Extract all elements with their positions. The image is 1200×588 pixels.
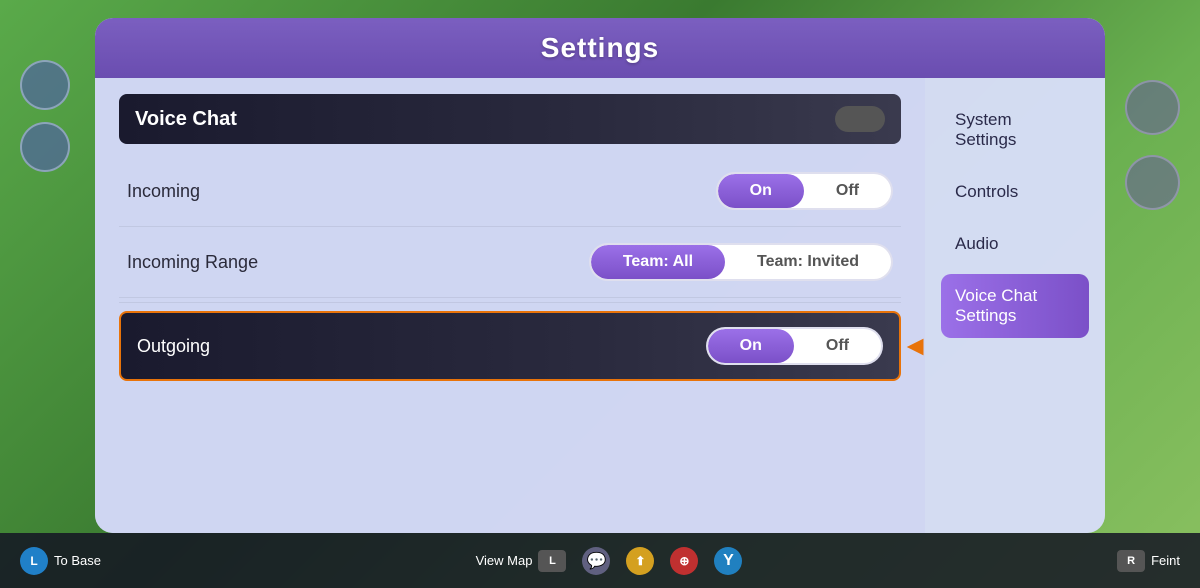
incoming-label: Incoming (127, 181, 200, 202)
outgoing-on-button[interactable]: On (708, 329, 794, 363)
settings-title: Settings (541, 32, 659, 63)
right-circle-2 (1125, 155, 1180, 210)
view-map-label: View Map (476, 553, 533, 568)
incoming-on-button[interactable]: On (718, 174, 804, 208)
bottom-icon-4[interactable]: Y (714, 547, 742, 575)
to-base-icon: L (20, 547, 48, 575)
outgoing-arrow-icon: ◄ (901, 330, 925, 362)
settings-panel: Settings Voice Chat Incoming On Off Inco… (95, 18, 1105, 533)
left-circle-1 (20, 60, 70, 110)
right-decorative (1125, 80, 1180, 210)
outgoing-toggle-group[interactable]: On Off (706, 327, 883, 365)
right-circle-1 (1125, 80, 1180, 135)
incoming-off-button[interactable]: Off (804, 174, 891, 208)
bottom-icon-1[interactable]: 💬 (582, 547, 610, 575)
left-circle-2 (20, 122, 70, 172)
team-all-button[interactable]: Team: All (591, 245, 725, 279)
outgoing-label: Outgoing (137, 336, 210, 357)
settings-sidebar: System Settings Controls Audio Voice Cha… (925, 78, 1105, 533)
feint-label: Feint (1151, 553, 1180, 568)
view-map-item: View Map L (476, 550, 567, 572)
team-invited-button[interactable]: Team: Invited (725, 245, 891, 279)
voice-chat-settings-label: Voice Chat Settings (955, 286, 1037, 325)
outgoing-off-button[interactable]: Off (794, 329, 881, 363)
sidebar-item-audio[interactable]: Audio (941, 222, 1089, 266)
bottom-center-section: View Map L 💬 ⬆ ⊕ Y (476, 547, 743, 575)
audio-label: Audio (955, 234, 998, 253)
bottom-icon-3[interactable]: ⊕ (670, 547, 698, 575)
incoming-range-row: Incoming Range Team: All Team: Invited (119, 227, 901, 298)
sidebar-item-system-settings[interactable]: System Settings (941, 98, 1089, 162)
incoming-toggle-group[interactable]: On Off (716, 172, 893, 210)
controls-label: Controls (955, 182, 1018, 201)
bottom-left-section: L To Base (20, 547, 101, 575)
voice-chat-section-header: Voice Chat (119, 94, 901, 144)
incoming-range-toggle-group[interactable]: Team: All Team: Invited (589, 243, 893, 281)
bottom-icon-2[interactable]: ⬆ (626, 547, 654, 575)
feint-item: R Feint (1117, 550, 1180, 572)
voice-chat-main-toggle[interactable] (835, 106, 885, 132)
title-bar: Settings (95, 18, 1105, 78)
settings-body: Voice Chat Incoming On Off Incoming Rang… (95, 78, 1105, 533)
settings-main: Voice Chat Incoming On Off Incoming Rang… (95, 78, 925, 533)
incoming-range-label: Incoming Range (127, 252, 258, 273)
system-settings-label: System Settings (955, 110, 1016, 149)
sidebar-item-voice-chat-settings[interactable]: Voice Chat Settings (941, 274, 1089, 338)
bottom-right-section: R Feint (1117, 550, 1180, 572)
voice-chat-label: Voice Chat (135, 108, 237, 131)
separator (119, 302, 901, 303)
sidebar-item-controls[interactable]: Controls (941, 170, 1089, 214)
bottom-bar: L To Base View Map L 💬 ⬆ ⊕ Y R Feint (0, 533, 1200, 588)
view-map-icon: L (538, 550, 566, 572)
outgoing-row: Outgoing On Off ◄ (119, 311, 901, 381)
left-decorative (20, 60, 70, 172)
to-base-item: L To Base (20, 547, 101, 575)
feint-icon: R (1117, 550, 1145, 572)
incoming-row: Incoming On Off (119, 156, 901, 227)
to-base-label: To Base (54, 553, 101, 568)
